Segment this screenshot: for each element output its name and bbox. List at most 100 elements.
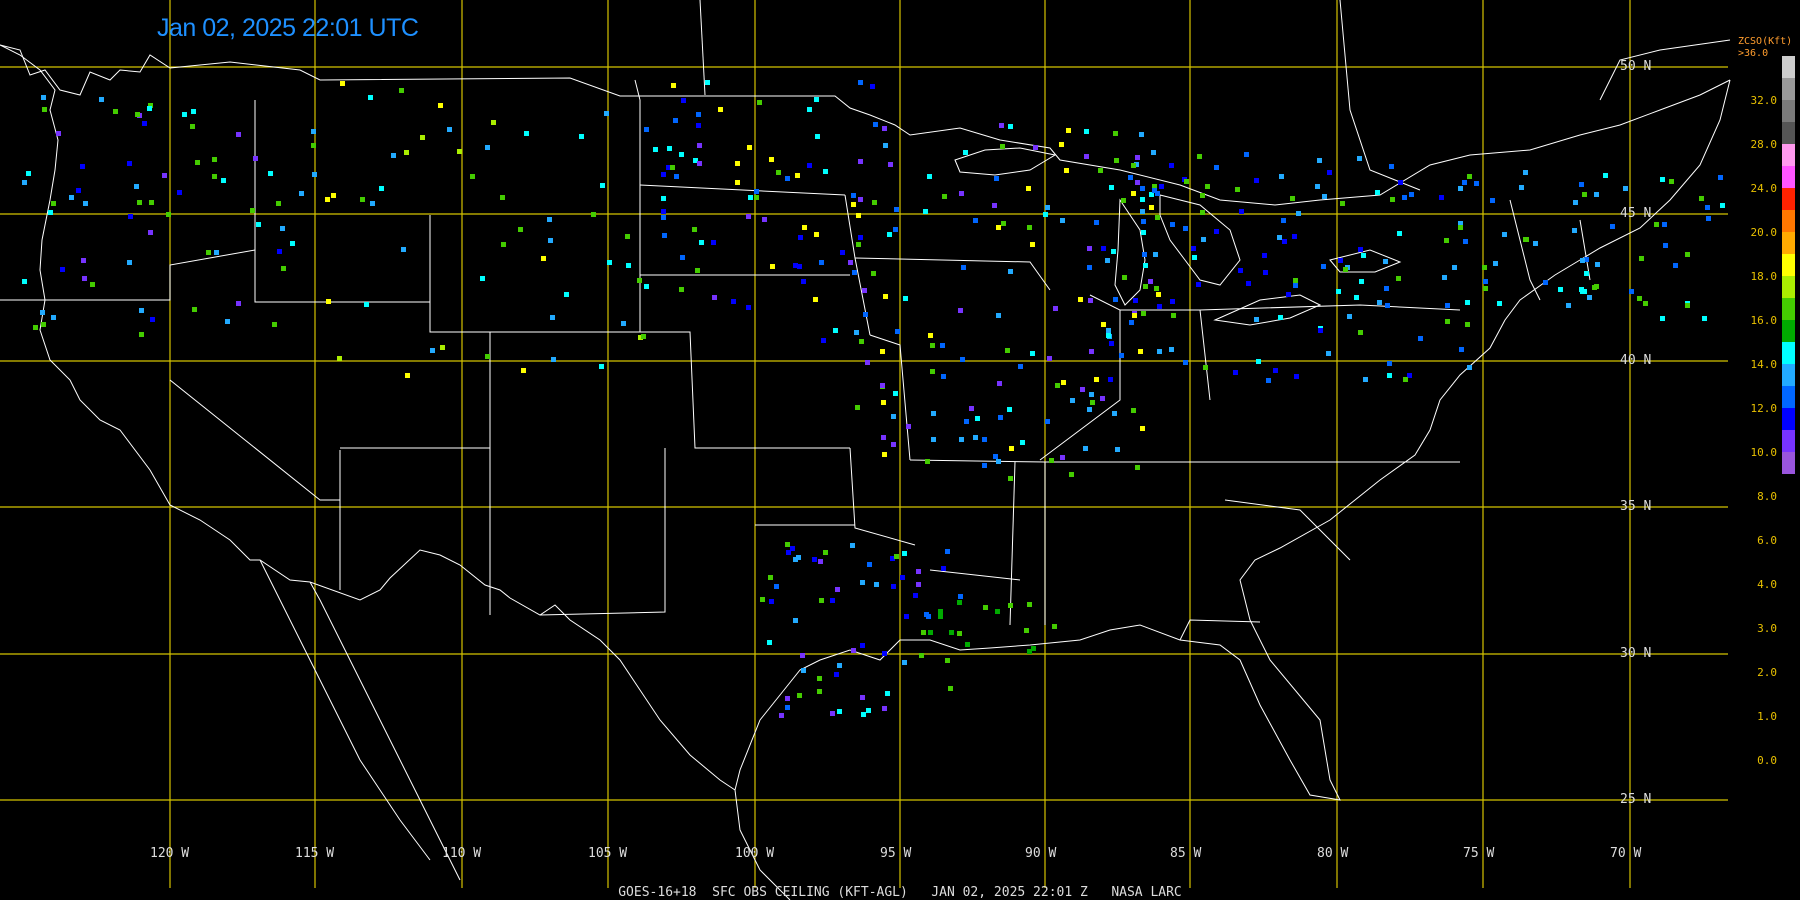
station-marker [1045, 205, 1050, 210]
station-marker [881, 400, 886, 405]
station-marker [1087, 265, 1092, 270]
station-marker [1169, 163, 1174, 168]
station-marker [1385, 303, 1390, 308]
station-marker [1580, 258, 1585, 263]
station-marker [1326, 351, 1331, 356]
station-marker [550, 315, 555, 320]
station-marker [51, 201, 56, 206]
station-marker [1200, 210, 1205, 215]
station-marker [1467, 365, 1472, 370]
station-marker [837, 663, 842, 668]
station-marker [1008, 124, 1013, 129]
station-marker [139, 332, 144, 337]
station-marker [604, 111, 609, 116]
station-marker [1502, 232, 1507, 237]
station-marker [190, 124, 195, 129]
station-marker [860, 580, 865, 585]
legend-color-swatch [1782, 166, 1795, 188]
station-marker [996, 459, 1001, 464]
legend-color-swatch [1782, 408, 1795, 430]
station-marker [1155, 215, 1160, 220]
station-marker [754, 189, 759, 194]
station-marker [963, 150, 968, 155]
station-marker [1396, 276, 1401, 281]
station-marker [1132, 313, 1137, 318]
station-marker [1114, 158, 1119, 163]
station-marker [1064, 168, 1069, 173]
station-marker [1669, 179, 1674, 184]
station-marker [711, 240, 716, 245]
station-marker [256, 222, 261, 227]
station-marker [1106, 328, 1111, 333]
station-marker [1582, 192, 1587, 197]
station-marker [1008, 476, 1013, 481]
station-marker [1149, 205, 1154, 210]
station-marker [1084, 154, 1089, 159]
station-marker [697, 161, 702, 166]
station-marker [916, 582, 921, 587]
station-marker [906, 424, 911, 429]
station-marker [1141, 219, 1146, 224]
station-marker [667, 146, 672, 151]
station-marker [795, 173, 800, 178]
station-marker [931, 411, 936, 416]
station-marker [1142, 252, 1147, 257]
station-marker [281, 266, 286, 271]
station-marker [1121, 198, 1126, 203]
station-marker [470, 174, 475, 179]
station-marker [1115, 447, 1120, 452]
station-marker [83, 201, 88, 206]
station-marker [866, 708, 871, 713]
station-marker [1389, 164, 1394, 169]
station-marker [1131, 408, 1136, 413]
station-marker [661, 172, 666, 177]
station-marker [1087, 246, 1092, 251]
station-marker [340, 81, 345, 86]
station-marker [913, 593, 918, 598]
station-marker [22, 279, 27, 284]
station-marker [661, 215, 666, 220]
station-marker [662, 233, 667, 238]
station-marker [521, 368, 526, 373]
station-marker [894, 554, 899, 559]
station-marker [364, 302, 369, 307]
station-marker [819, 260, 824, 265]
station-marker [76, 188, 81, 193]
station-marker [1359, 279, 1364, 284]
station-marker [1572, 228, 1577, 233]
station-marker [1113, 297, 1118, 302]
station-marker [774, 584, 779, 589]
station-marker [931, 437, 936, 442]
timestamp: Jan 02, 2025 22:01 UTC [157, 14, 419, 42]
station-marker [998, 415, 1003, 420]
station-marker [236, 301, 241, 306]
station-marker [945, 658, 950, 663]
station-marker [851, 202, 856, 207]
station-marker [1573, 200, 1578, 205]
station-marker [1043, 212, 1048, 217]
station-marker [1566, 303, 1571, 308]
station-marker [1452, 265, 1457, 270]
station-marker [819, 598, 824, 603]
station-marker [1363, 377, 1368, 382]
station-marker [941, 374, 946, 379]
station-marker [801, 668, 806, 673]
station-marker [1066, 128, 1071, 133]
station-marker [837, 709, 842, 714]
station-marker [379, 186, 384, 191]
station-marker [785, 696, 790, 701]
station-marker [1140, 426, 1145, 431]
station-marker [1156, 292, 1161, 297]
station-marker [1233, 370, 1238, 375]
station-marker [1579, 287, 1584, 292]
legend-value-label: 4.0 [1757, 578, 1777, 591]
station-marker [768, 575, 773, 580]
station-marker [870, 84, 875, 89]
station-marker [746, 305, 751, 310]
station-marker [1094, 220, 1099, 225]
station-marker [501, 242, 506, 247]
station-marker [491, 120, 496, 125]
station-marker [874, 582, 879, 587]
station-marker [823, 169, 828, 174]
station-marker [982, 437, 987, 442]
